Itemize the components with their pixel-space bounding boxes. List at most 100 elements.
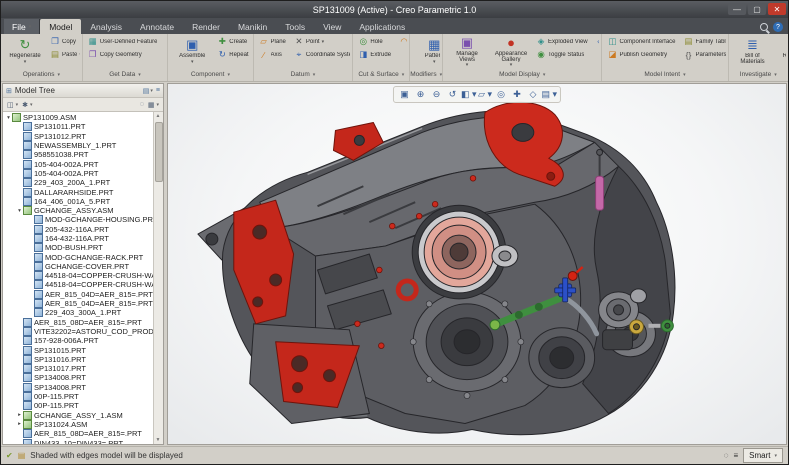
- ribbon-button[interactable]: ◎ Hole: [355, 35, 396, 48]
- repaint-icon[interactable]: ↺: [445, 88, 460, 101]
- model-tree-item[interactable]: ▸ SP131024.ASM: [3, 420, 153, 429]
- ribbon-button[interactable]: ✕ Point ▾: [291, 35, 350, 48]
- ribbon-tab[interactable]: Annotate: [131, 19, 183, 34]
- ribbon-group-label-component[interactable]: Component▾: [170, 69, 250, 80]
- scroll-down-icon[interactable]: ▼: [154, 436, 162, 444]
- model-tree-item[interactable]: 44518-04=COPPER-CRUSH-WASHERS: [3, 280, 153, 289]
- model-tree-item[interactable]: 229_403_300A_1.PRT: [3, 308, 153, 317]
- model-tree-item[interactable]: 00P-115.PRT: [3, 392, 153, 401]
- datum-display-icon[interactable]: ▱ ▾: [478, 88, 493, 101]
- model-tree-item[interactable]: NEWASSEMBLY_1.PRT: [3, 141, 153, 150]
- ribbon-button[interactable]: ↻ Regenerate ▾: [3, 35, 47, 69]
- ribbon-button[interactable]: ◪ Publish Geometry: [604, 48, 680, 61]
- maximize-button[interactable]: ▢: [748, 3, 766, 15]
- expand-arrow-icon[interactable]: ▾: [16, 208, 23, 214]
- ribbon-group-label-model-intent[interactable]: Model Intent▾: [604, 69, 725, 80]
- ribbon-button[interactable]: ✚ Create: [214, 35, 250, 48]
- model-tree-item[interactable]: SP131017.PRT: [3, 364, 153, 373]
- ribbon-button[interactable]: ⌖ Coordinate System: [291, 48, 350, 61]
- tree-filter-icon[interactable]: ▦: [148, 101, 155, 109]
- model-tree-item[interactable]: MOD-BUSH.PRT: [3, 243, 153, 252]
- model-tree-item[interactable]: 157-928-006A.PRT: [3, 336, 153, 345]
- ribbon-button[interactable]: ▧ Shrinkwrap: [162, 35, 165, 48]
- ribbon-group-label-investigate[interactable]: Investigate▾: [731, 69, 786, 80]
- ribbon-button[interactable]: {} Parameters: [681, 48, 726, 61]
- tree-settings-icon[interactable]: ✱: [22, 101, 28, 109]
- tree-columns-icon[interactable]: ▤: [143, 87, 150, 95]
- saved-orientations-icon[interactable]: ▤ ▾: [542, 88, 558, 101]
- model-tree-item[interactable]: GCHANGE-COVER.PRT: [3, 262, 153, 271]
- model-tree-item[interactable]: SP131012.PRT: [3, 132, 153, 141]
- display-style-icon[interactable]: ◧ ▾: [461, 88, 477, 101]
- select-list-icon[interactable]: ≡: [733, 451, 738, 460]
- ribbon-tab[interactable]: View: [314, 19, 350, 34]
- ribbon-button[interactable]: ≣ Bill of Materials: [731, 35, 775, 69]
- tree-show-icon[interactable]: ◫: [7, 101, 14, 109]
- ribbon-group-label-cut-surface[interactable]: Cut & Surface▾: [355, 69, 407, 80]
- ribbon-button[interactable]: ◇ Edit Position: [593, 35, 600, 48]
- model-tree-item[interactable]: ▾ SP131009.ASM: [3, 113, 153, 122]
- scroll-up-icon[interactable]: ▲: [154, 112, 162, 120]
- ribbon-group-label-datum[interactable]: Datum▾: [256, 69, 351, 80]
- model-tree-item[interactable]: 229_403_200A_1.PRT: [3, 178, 153, 187]
- model-tree-item[interactable]: AER_815_08D=AER_815=.PRT: [3, 318, 153, 327]
- ribbon-button[interactable]: ❐ Copy Geometry: [85, 48, 163, 61]
- ribbon-button[interactable]: ◉ Toggle Status: [533, 48, 593, 61]
- ribbon-tab[interactable]: Render: [183, 19, 229, 34]
- model-tree-item[interactable]: 958551038.PRT: [3, 150, 153, 159]
- ribbon-group-label-modifiers[interactable]: Modifiers▾: [412, 69, 440, 80]
- expand-arrow-icon[interactable]: ▾: [5, 115, 12, 121]
- ribbon-group-label-model-display[interactable]: Model Display▾: [445, 69, 599, 80]
- ribbon-button[interactable]: ▱ Plane: [256, 35, 291, 48]
- ribbon-button[interactable]: ▦ User-Defined Feature: [85, 35, 163, 48]
- ribbon-button[interactable]: ▦ Pattern ▾: [412, 35, 440, 69]
- model-tree-item[interactable]: 00P-115.PRT: [3, 401, 153, 410]
- ribbon-tab[interactable]: Analysis: [81, 19, 131, 34]
- ribbon-button[interactable]: ◨ Extrude: [355, 48, 396, 61]
- minimize-button[interactable]: —: [728, 3, 746, 15]
- zoom-out-icon[interactable]: ⊖: [429, 88, 444, 101]
- ribbon-button[interactable]: ↻ Repeat: [214, 48, 250, 61]
- ribbon-button[interactable]: ▣ Manage Views ▾: [445, 35, 489, 69]
- ribbon-button[interactable]: ◉ Reference Viewer: [775, 35, 786, 69]
- tree-search-icon[interactable]: ◌: [140, 101, 144, 108]
- ribbon-group-label-get-data[interactable]: Get Data▾: [85, 69, 166, 80]
- find-icon[interactable]: ◌: [724, 451, 729, 460]
- ribbon-button[interactable]: ▣ Assemble ▾: [170, 35, 214, 69]
- ribbon-tab[interactable]: Manikin: [229, 19, 276, 34]
- model-tree-item[interactable]: AER_815_04D=AER_815=.PRT: [3, 299, 153, 308]
- perspective-icon[interactable]: ◇: [526, 88, 541, 101]
- file-menu-button[interactable]: File ▾: [4, 19, 40, 34]
- model-tree-item[interactable]: SP134008.PRT: [3, 373, 153, 382]
- ribbon-button[interactable]: ◫ Component Interface: [604, 35, 680, 48]
- model-tree-item[interactable]: 164-432-116A.PRT: [3, 234, 153, 243]
- ribbon-group-label-operations[interactable]: Operations▾: [3, 69, 80, 80]
- model-tree-item[interactable]: AER_815_08D=AER_815=.PRT: [3, 429, 153, 438]
- ribbon-tab[interactable]: Model: [40, 19, 81, 34]
- model-tree-item[interactable]: ▾ GCHANGE_ASSY.ASM: [3, 206, 153, 215]
- 3d-viewport[interactable]: ▣ ⊕ ⊖ ↺ ◧ ▾ ▱ ▾ ◎ ✚ ◇ ▤ ▾: [167, 83, 787, 445]
- ribbon-button[interactable]: ◠ Revolve: [396, 35, 407, 48]
- model-tree-item[interactable]: SP131016.PRT: [3, 355, 153, 364]
- model-tree-item[interactable]: SP134008.PRT: [3, 383, 153, 392]
- model-tree-item[interactable]: SP131015.PRT: [3, 345, 153, 354]
- model-tree-item[interactable]: 164_406_001A_5.PRT: [3, 197, 153, 206]
- ribbon-button[interactable]: ▤ Family Table: [681, 35, 726, 48]
- expand-arrow-icon[interactable]: ▸: [16, 412, 23, 418]
- ribbon-button[interactable]: ∕ Axis: [256, 48, 291, 61]
- ribbon-tab[interactable]: Tools: [276, 19, 314, 34]
- model-tree-item[interactable]: ▸ GCHANGE_ASSY_1.ASM: [3, 411, 153, 420]
- model-tree-item[interactable]: 105-404-002A.PRT: [3, 159, 153, 168]
- zoom-in-icon[interactable]: ⊕: [413, 88, 428, 101]
- model-tree-item[interactable]: 205-432-116A.PRT: [3, 225, 153, 234]
- expand-arrow-icon[interactable]: ▸: [16, 421, 23, 427]
- annotation-display-icon[interactable]: ◎: [494, 88, 509, 101]
- model-tree-item[interactable]: MOD-GCHANGE-RACK.PRT: [3, 252, 153, 261]
- help-icon[interactable]: ?: [773, 22, 783, 32]
- tree-options-icon[interactable]: ≡: [156, 87, 160, 94]
- ribbon-button[interactable]: ❐ Copy: [47, 35, 80, 48]
- model-tree-item[interactable]: SP131011.PRT: [3, 122, 153, 131]
- ribbon-button[interactable]: ◈ Exploded View: [533, 35, 593, 48]
- refit-icon[interactable]: ▣: [397, 88, 412, 101]
- model-tree-item[interactable]: 105-404-002A.PRT: [3, 169, 153, 178]
